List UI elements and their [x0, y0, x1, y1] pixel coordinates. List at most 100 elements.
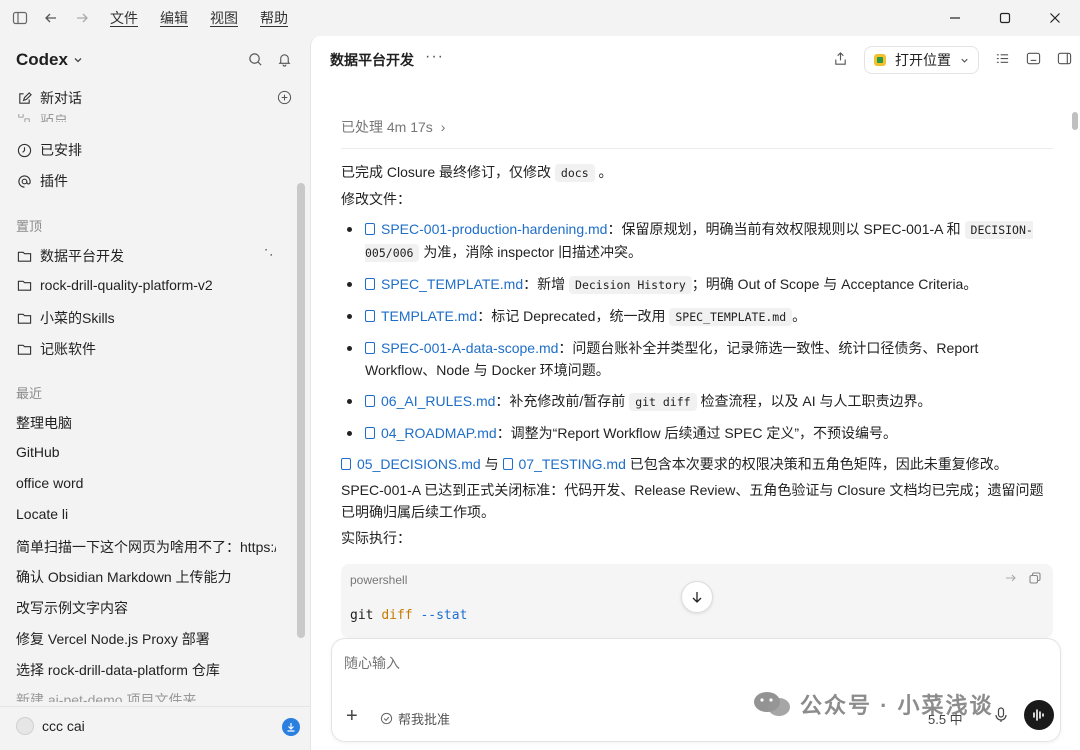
scroll-down-button[interactable] — [681, 581, 713, 613]
open-location-label: 打开位置 — [895, 52, 951, 68]
sidebar-item-scheduled[interactable]: 已安排 — [16, 140, 82, 160]
recent-item[interactable]: 新建 ai-pet-demo 项目文件夹 — [16, 690, 276, 702]
pinned-item[interactable]: 记账软件 — [16, 339, 96, 359]
processing-status[interactable]: 已处理 4m 17s › — [341, 116, 1053, 149]
approval-mode-button[interactable]: 帮我批准 — [380, 709, 450, 728]
menu-file[interactable]: 文件 — [110, 8, 138, 28]
maximize-button[interactable] — [980, 0, 1030, 36]
content-scrollbar[interactable] — [1072, 112, 1078, 130]
chat-input[interactable] — [344, 655, 944, 671]
text: 已完成 Closure 最终修订，仅修改 — [341, 164, 552, 180]
side-panel-icon[interactable] — [1057, 51, 1072, 69]
inline-code: docs — [554, 164, 595, 182]
actual-label: 实际执行： — [341, 530, 411, 546]
list-item: SPEC_TEMPLATE.md：新增 Decision History ；明确 … — [341, 273, 1053, 296]
brand-name: Codex — [16, 50, 68, 69]
menu-help[interactable]: 帮助 — [260, 8, 288, 28]
file-link[interactable]: TEMPLATE.md — [365, 308, 477, 324]
terminal-panel-icon[interactable] — [1026, 51, 1041, 69]
text: ：保留原规划，明确当前有效权限规则以 SPEC-001-A 和 — [607, 221, 961, 237]
voice-send-button[interactable] — [1024, 700, 1054, 730]
pinned-item-label: 数据平台开发 — [40, 248, 124, 264]
review-icon — [380, 712, 393, 725]
folder-icon — [16, 248, 32, 264]
chevron-down-icon — [74, 58, 82, 63]
pinned-item-label: 记账软件 — [40, 341, 96, 357]
document-icon — [365, 278, 375, 290]
file-link[interactable]: 04_ROADMAP.md — [365, 425, 497, 441]
minimize-button[interactable] — [930, 0, 980, 36]
list-item: TEMPLATE.md：标记 Deprecated，统一改用 SPEC_TEMP… — [341, 305, 1053, 328]
recent-item[interactable]: GitHub — [16, 444, 276, 460]
copy-icon[interactable] — [1029, 572, 1041, 587]
inline-code: Decision History — [569, 276, 692, 294]
download-update-icon[interactable] — [282, 718, 300, 736]
microphone-icon[interactable] — [994, 707, 1008, 726]
app-logo-icon — [874, 54, 886, 66]
file-link[interactable]: SPEC-001-A-data-scope.md — [365, 340, 558, 356]
add-attachment-button[interactable]: + — [346, 705, 358, 728]
recent-item[interactable]: 改写示例文字内容 — [16, 598, 276, 618]
close-button[interactable] — [1030, 0, 1080, 36]
new-chat-label: 新对话 — [40, 90, 82, 106]
decisions-line: 05_DECISIONS.md 与 07_TESTING.md 已包含本次要求的… — [341, 453, 1053, 475]
recent-item[interactable]: 简单扫描一下这个网页为啥用不了：https:/ — [16, 537, 276, 557]
recent-item[interactable]: Locate li — [16, 506, 276, 522]
menu-view[interactable]: 视图 — [210, 8, 238, 28]
pinned-item[interactable]: rock-drill-quality-platform-v2 — [16, 277, 213, 293]
recent-item[interactable]: office word — [16, 475, 276, 491]
file-link[interactable]: SPEC_TEMPLATE.md — [365, 276, 523, 292]
pinned-item-label: 小菜的Skills — [40, 310, 115, 326]
search-icon[interactable] — [248, 52, 263, 70]
document-icon — [365, 342, 375, 354]
bell-icon[interactable] — [277, 52, 292, 70]
text: 检查流程，以及 AI 与人工职责边界。 — [700, 393, 932, 409]
recent-item[interactable]: 选择 rock-drill-data-platform 仓库 — [16, 660, 276, 680]
insert-arrow-icon[interactable] — [1005, 572, 1017, 587]
document-icon — [365, 310, 375, 322]
recent-item[interactable]: 确认 Obsidian Markdown 上传能力 — [16, 567, 276, 587]
pinned-item[interactable]: 小菜的Skills — [16, 308, 115, 328]
new-chat-button[interactable]: 新对话 — [16, 88, 82, 108]
file-list: SPEC-001-production-hardening.md：保留原规划，明… — [341, 218, 1053, 444]
text: ：新增 — [523, 276, 566, 292]
sidebar-item-plugins[interactable]: 插件 — [16, 171, 68, 191]
recent-item[interactable]: 整理电脑 — [16, 413, 276, 433]
sidebar-toggle-icon[interactable] — [12, 10, 28, 26]
new-chat-plus-icon[interactable] — [277, 90, 292, 108]
wechat-logo-icon — [754, 692, 790, 716]
list-item: 06_AI_RULES.md：补充修改前/暂存前 git diff 检查流程，以… — [341, 390, 1053, 413]
pinned-section-label: 置顶 — [16, 219, 43, 234]
chevron-down-icon — [961, 58, 968, 63]
menu-edit[interactable]: 编辑 — [160, 8, 188, 28]
loading-spinner-icon — [260, 245, 276, 264]
forward-arrow-icon[interactable] — [74, 10, 90, 26]
main-panel: 数据平台开发 ··· 打开位置 已处理 4m 17s › 已完成 Closure… — [310, 36, 1080, 750]
text: ：标记 Deprecated，统一改用 — [477, 308, 666, 324]
sidebar-scrollbar[interactable] — [297, 183, 305, 638]
text: 。 — [792, 308, 807, 324]
file-link[interactable]: SPEC-001-production-hardening.md — [365, 221, 607, 237]
document-icon — [502, 458, 513, 470]
back-arrow-icon[interactable] — [43, 10, 59, 26]
sidebar-item-label: 已安排 — [40, 142, 82, 158]
list-item: SPEC-001-production-hardening.md：保留原规划，明… — [341, 218, 1053, 264]
checklist-icon[interactable] — [995, 51, 1010, 69]
more-options-button[interactable]: ··· — [425, 48, 444, 66]
workspace-switcher[interactable]: Codex — [16, 50, 84, 70]
document-icon — [365, 395, 375, 407]
modified-label: 修改文件： — [341, 191, 411, 207]
inline-code: SPEC_TEMPLATE.md — [669, 308, 793, 326]
sidebar-item-sites[interactable]: 站点 — [16, 114, 68, 122]
pinned-item[interactable]: 数据平台开发 — [16, 246, 124, 266]
recent-item[interactable]: 修复 Vercel Node.js Proxy 部署 — [16, 629, 276, 649]
text: ：调整为“Report Workflow 后续通过 SPEC 定义”，不预设编号… — [496, 425, 898, 441]
file-link[interactable]: 06_AI_RULES.md — [365, 393, 495, 409]
file-link[interactable]: 05_DECISIONS.md — [341, 456, 481, 472]
open-location-button[interactable]: 打开位置 — [864, 46, 979, 74]
sidebar-item-label: 站点 — [40, 114, 68, 122]
share-icon[interactable] — [833, 51, 848, 69]
user-account[interactable]: ccc cai — [16, 717, 85, 735]
file-link[interactable]: 07_TESTING.md — [502, 456, 626, 472]
text: ：补充修改前/暂存前 — [495, 393, 626, 409]
